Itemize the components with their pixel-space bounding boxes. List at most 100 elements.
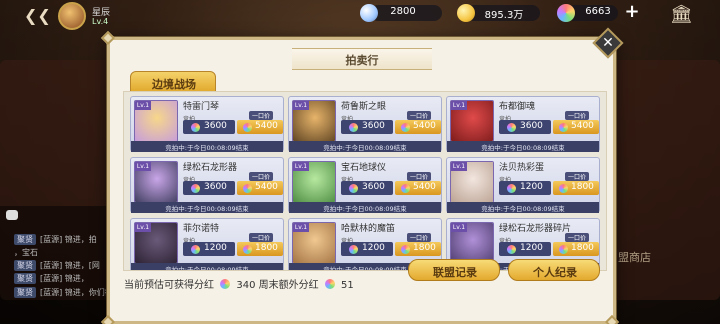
fixed-price-label: 一口价 [565, 111, 590, 120]
chat-channel-tag: 聚贤 [14, 287, 36, 298]
fixed-price-label: 一口价 [565, 172, 590, 181]
player-level: Lv.4 [92, 17, 109, 26]
fixed-price-button[interactable]: 5400 [237, 120, 283, 134]
auction-item-grid[interactable]: Lv.1 特雷门琴 竞拍 一口价 3600 5400 竞拍中:于今日00:08:… [123, 91, 607, 271]
fixed-price: 5400 [571, 121, 594, 131]
bank-icon[interactable]: 🏛 [670, 5, 693, 25]
item-name: 荷鲁斯之眼 [341, 102, 387, 112]
bid-price-button[interactable]: 1200 [499, 242, 551, 256]
personal-record-label: 个人纪录 [533, 266, 577, 279]
chat-message: ，宝石 [14, 247, 38, 258]
level-badge: Lv.1 [135, 101, 151, 110]
fixed-price-label: 一口价 [407, 172, 432, 181]
auction-timer-bar: 竞拍中:于今日00:08:09结束 [447, 202, 599, 213]
player-avatar[interactable] [58, 2, 86, 30]
auction-item-card[interactable]: Lv.1 法贝热彩蛋 竞拍 一口价 1200 1800 竞拍中:于今日00:08… [446, 157, 600, 213]
bid-price-button[interactable]: 1200 [183, 242, 235, 256]
auction-timer-bar: 竞拍中:于今日00:08:09结束 [131, 263, 283, 270]
rainbow-gem-icon [191, 184, 200, 193]
alliance-shop-label[interactable]: 盟商店 [618, 249, 651, 265]
bid-price-button[interactable]: 3600 [183, 120, 235, 134]
item-portrait: Lv.1 [292, 161, 336, 203]
back-arrow-icon[interactable]: ❮❮ [24, 8, 54, 24]
chat-message: 聚贤 [蓝源] 锦进， [14, 273, 89, 284]
weekend-dividend-label: 周末额外分红 [258, 280, 319, 291]
rainbow-gem-icon [401, 245, 410, 254]
chat-message: 聚贤 [蓝源] 锦进，[网 [14, 260, 100, 271]
item-name: 绿松石龙形器碎片 [499, 224, 572, 234]
fixed-price-button[interactable]: 5400 [553, 120, 599, 134]
item-portrait: Lv.1 [450, 100, 494, 142]
item-name: 法贝热彩蛋 [499, 163, 545, 173]
bid-price-button[interactable]: 3600 [341, 120, 393, 134]
fixed-price-label: 一口价 [249, 233, 274, 242]
chat-message: 聚贤 [蓝源] 锦进，拍 [14, 234, 97, 245]
rainbow-gem-icon [191, 245, 200, 254]
rainbow-gem-icon [401, 184, 410, 193]
personal-record-button[interactable]: 个人纪录 [508, 259, 600, 281]
auction-item-card[interactable]: Lv.1 绿松石龙形器 竞拍 一口价 3600 5400 竞拍中:于今日00:0… [130, 157, 284, 213]
bid-price-button[interactable]: 3600 [341, 181, 393, 195]
bid-price-button[interactable]: 1200 [499, 181, 551, 195]
fixed-price: 5400 [413, 121, 436, 131]
chat-bubble-icon[interactable] [6, 210, 18, 220]
auction-item-card[interactable]: Lv.1 菲尔诺特 竞拍 一口价 1200 1800 竞拍中:于今日00:08:… [130, 218, 284, 270]
fixed-price-button[interactable]: 1800 [395, 242, 441, 256]
item-name: 绿松石龙形器 [183, 163, 238, 173]
auction-item-card[interactable]: Lv.1 特雷门琴 竞拍 一口价 3600 5400 竞拍中:于今日00:08:… [130, 96, 284, 152]
fixed-price-button[interactable]: 1800 [553, 181, 599, 195]
item-portrait: Lv.1 [292, 222, 336, 264]
rainbow-gem-icon [559, 184, 568, 193]
tab-border-battlefield[interactable]: 边境战场 [130, 71, 216, 93]
rainbow-gem-icon [349, 123, 358, 132]
level-badge: Lv.1 [451, 223, 467, 232]
fixed-price: 1800 [255, 243, 278, 253]
bid-price-button[interactable]: 3600 [183, 181, 235, 195]
auction-item-card[interactable]: Lv.1 布都御魂 竞拍 一口价 3600 5400 竞拍中:于今日00:08:… [446, 96, 600, 152]
level-badge: Lv.1 [135, 162, 151, 171]
fixed-price-label: 一口价 [249, 111, 274, 120]
chat-message-text: [蓝源] 锦进，拍 [40, 235, 97, 244]
auction-timer-text: 竞拍中:于今日00:08:09结束 [165, 144, 249, 152]
item-name: 特雷门琴 [183, 102, 220, 112]
auction-item-card[interactable]: Lv.1 荷鲁斯之眼 竞拍 一口价 3600 5400 竞拍中:于今日00:08… [288, 96, 442, 152]
rainbow-gem-icon [220, 279, 231, 289]
fixed-price: 1800 [413, 243, 436, 253]
item-portrait: Lv.1 [450, 161, 494, 203]
modal-title-bar: 拍卖行 [292, 48, 432, 70]
bid-price-button[interactable]: 3600 [499, 120, 551, 134]
auction-timer-text: 竞拍中:于今日00:08:09结束 [481, 205, 565, 213]
auction-timer-bar: 竞拍中:于今日00:08:09结束 [131, 141, 283, 152]
item-portrait: Lv.1 [134, 100, 178, 142]
chat-channel-tag: 聚贤 [14, 260, 36, 271]
item-portrait: Lv.1 [134, 222, 178, 264]
chat-message-text: [蓝源] 锦进，[网 [40, 261, 100, 270]
fixed-price-button[interactable]: 1800 [553, 242, 599, 256]
fixed-price-button[interactable]: 1800 [237, 242, 283, 256]
weekend-dividend-value: 51 [341, 280, 354, 291]
gold-coin-icon [457, 4, 475, 22]
fixed-price-button[interactable]: 5400 [395, 120, 441, 134]
crystal-icon [360, 4, 378, 22]
crystal-value: 2800 [390, 6, 416, 17]
bid-price-button[interactable]: 1200 [341, 242, 393, 256]
rainbow-gem-icon [559, 123, 568, 132]
auction-item-card[interactable]: Lv.1 宝石地球仪 竞拍 一口价 3600 5400 竞拍中:于今日00:08… [288, 157, 442, 213]
level-badge: Lv.1 [451, 162, 467, 171]
chat-channel-tag: 聚贤 [14, 234, 36, 245]
bid-price: 3600 [362, 121, 385, 131]
tab-label: 边境战场 [152, 78, 196, 91]
level-badge: Lv.1 [293, 101, 309, 110]
item-portrait: Lv.1 [292, 100, 336, 142]
estimate-dividend-label: 当前预估可获得分红 [124, 280, 214, 291]
add-gem-button[interactable]: + [623, 3, 641, 21]
gold-value: 895.3万 [484, 10, 524, 21]
modal-title: 拍卖行 [345, 54, 379, 67]
rainbow-gem-icon [243, 245, 252, 254]
auction-timer-bar: 竞拍中:于今日00:08:09结束 [289, 141, 441, 152]
bid-price: 1200 [204, 243, 227, 253]
chat-channel-tag: 聚贤 [14, 273, 36, 284]
guild-record-button[interactable]: 联盟记录 [408, 259, 500, 281]
fixed-price-button[interactable]: 5400 [237, 181, 283, 195]
fixed-price-button[interactable]: 5400 [395, 181, 441, 195]
